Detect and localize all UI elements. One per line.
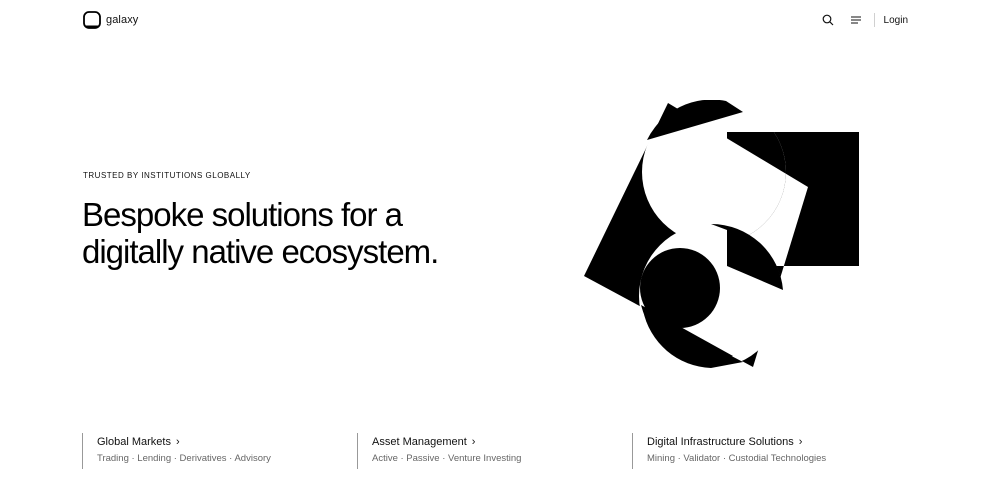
card-subtitle: Active · Passive · Venture Investing — [372, 453, 522, 464]
card-title: Digital Infrastructure Solutions — [647, 436, 794, 448]
service-cards: Global Markets › Trading · Lending · Der… — [82, 433, 922, 469]
card-asset-management[interactable]: Asset Management › Active · Passive · Ve… — [357, 433, 607, 469]
card-subtitle: Trading · Lending · Derivatives · Adviso… — [97, 453, 271, 464]
login-link[interactable]: Login — [884, 15, 908, 26]
artwork-inner-circle — [640, 248, 720, 328]
hero-headline-line-2: digitally native ecosystem. — [82, 233, 439, 270]
card-title-row: Global Markets › — [97, 436, 332, 448]
hero-headline-line-1: Bespoke solutions for a — [82, 196, 403, 233]
hero-artwork — [584, 100, 859, 368]
card-global-markets[interactable]: Global Markets › Trading · Lending · Der… — [82, 433, 332, 469]
menu-icon — [850, 16, 861, 24]
search-button[interactable] — [820, 12, 836, 28]
galaxy-logo-icon — [83, 11, 101, 29]
chevron-right-icon: › — [798, 435, 803, 448]
card-digital-infrastructure[interactable]: Digital Infrastructure Solutions › Minin… — [632, 433, 912, 469]
search-icon — [822, 14, 833, 26]
chevron-right-icon: › — [471, 435, 476, 448]
card-subtitle: Mining · Validator · Custodial Technolog… — [647, 453, 827, 464]
site-header: galaxy Login — [0, 0, 1000, 40]
menu-button[interactable] — [848, 12, 864, 28]
hero-eyebrow: TRUSTED BY INSTITUTIONS GLOBALLY — [83, 171, 251, 180]
card-title-row: Digital Infrastructure Solutions › — [647, 436, 912, 448]
header-divider — [873, 13, 875, 27]
card-title-row: Asset Management › — [372, 436, 607, 448]
card-title: Global Markets — [97, 436, 171, 448]
hero-headline: Bespoke solutions for a digitally native… — [82, 196, 522, 270]
logo-text: galaxy — [106, 14, 139, 26]
card-title: Asset Management — [372, 436, 467, 448]
logo-link[interactable]: galaxy — [83, 11, 138, 29]
header-actions: Login — [820, 12, 908, 28]
chevron-right-icon: › — [175, 435, 180, 448]
